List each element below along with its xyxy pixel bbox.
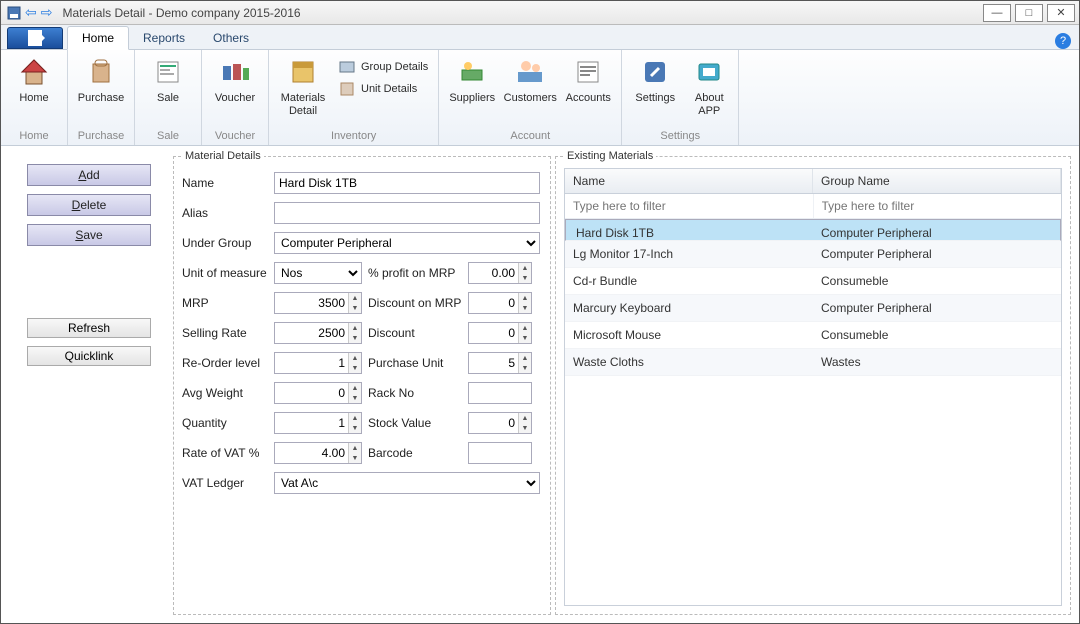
label-discount-on-mrp: Discount on MRP (362, 296, 468, 310)
existing-materials-legend: Existing Materials (564, 150, 656, 162)
cell-group: Wastes (813, 349, 1061, 375)
ribbon-home-button[interactable]: Home (5, 52, 63, 105)
cell-group: Computer Peripheral (813, 295, 1061, 321)
barcode-input[interactable] (468, 442, 532, 464)
cell-name: Hard Disk 1TB (568, 220, 813, 240)
name-input[interactable] (274, 172, 540, 194)
label-quantity: Quantity (182, 416, 274, 430)
cell-group: Consumeble (813, 268, 1061, 294)
material-details-fieldset: Material Details Name Alias Under Group … (173, 150, 551, 615)
label-stock-value: Stock Value (362, 416, 468, 430)
table-row[interactable]: Cd-r BundleConsumeble (565, 268, 1061, 295)
ribbon-group-purchase-label: Purchase (72, 128, 130, 145)
qat-back-icon[interactable]: ⇦ (25, 4, 37, 21)
minimize-button[interactable]: — (983, 4, 1011, 22)
grid-header-group[interactable]: Group Name (813, 169, 1061, 193)
side-panel: Add Delete Save Refresh Quicklink (1, 146, 169, 623)
label-avg-weight: Avg Weight (182, 386, 274, 400)
table-row[interactable]: Marcury KeyboardComputer Peripheral (565, 295, 1061, 322)
ribbon-accounts-button[interactable]: Accounts (559, 52, 617, 105)
grid-filter-row (565, 194, 1061, 219)
tab-home[interactable]: Home (67, 26, 129, 50)
table-row[interactable]: Microsoft MouseConsumeble (565, 322, 1061, 349)
materials-grid: Name Group Name Hard Disk 1TBComputer Pe… (564, 168, 1062, 606)
ribbon-sale-button[interactable]: Sale (139, 52, 197, 105)
ribbon-suppliers-button[interactable]: Suppliers (443, 52, 501, 105)
grid-filter-group[interactable] (814, 194, 1062, 218)
cell-name: Microsoft Mouse (565, 322, 813, 348)
cell-group: Computer Peripheral (813, 241, 1061, 267)
qat-save-icon[interactable] (7, 6, 21, 20)
app-menu-button[interactable] (7, 27, 63, 49)
titlebar: ⇦ ⇨ Materials Detail - Demo company 2015… (1, 1, 1079, 25)
material-details-legend: Material Details (182, 150, 264, 162)
ribbon-group-home-label: Home (5, 128, 63, 145)
refresh-button[interactable]: Refresh (27, 318, 151, 338)
grid-header-name[interactable]: Name (565, 169, 813, 193)
label-rate-of-vat: Rate of VAT % (182, 446, 274, 460)
qat-forward-icon[interactable]: ⇨ (41, 4, 53, 21)
help-icon[interactable]: ? (1055, 33, 1071, 49)
tab-reports[interactable]: Reports (129, 27, 199, 49)
quicklink-button[interactable]: Quicklink (27, 346, 151, 366)
ribbon-group-sale-label: Sale (139, 128, 197, 145)
label-unit-of-measure: Unit of measure (182, 266, 274, 280)
tab-others[interactable]: Others (199, 27, 263, 49)
cell-name: Lg Monitor 17-Inch (565, 241, 813, 267)
ribbon-group-account-label: Account (443, 128, 617, 145)
unit-of-measure-select[interactable]: Nos (274, 262, 362, 284)
ribbon-materials-detail-button[interactable]: Materials Detail (273, 52, 333, 117)
window-title: Materials Detail - Demo company 2015-201… (62, 6, 300, 20)
label-barcode: Barcode (362, 446, 468, 460)
cell-group: Consumeble (813, 322, 1061, 348)
save-button[interactable]: Save (27, 224, 151, 246)
ribbon-about-button[interactable]: About APP (684, 52, 734, 117)
label-discount: Discount (362, 326, 468, 340)
label-purchase-unit: Purchase Unit (362, 356, 468, 370)
table-row[interactable]: Waste ClothsWastes (565, 349, 1061, 376)
under-group-select[interactable]: Computer Peripheral (274, 232, 540, 254)
label-pct-profit-mrp: % profit on MRP (362, 266, 468, 280)
ribbon-unit-details-button[interactable]: Unit Details (333, 78, 434, 100)
label-vat-ledger: VAT Ledger (182, 476, 274, 490)
ribbon-tabs: Home Reports Others ? (1, 25, 1079, 50)
ribbon-group-settings-label: Settings (626, 128, 734, 145)
grid-filter-name[interactable] (565, 194, 814, 218)
table-row[interactable]: Lg Monitor 17-InchComputer Peripheral (565, 241, 1061, 268)
label-under-group: Under Group (182, 236, 274, 250)
cell-name: Waste Cloths (565, 349, 813, 375)
label-mrp: MRP (182, 296, 274, 310)
ribbon: Home Home Purchase Purchase Sale Sale (1, 50, 1079, 146)
maximize-button[interactable]: □ (1015, 4, 1043, 22)
ribbon-voucher-button[interactable]: Voucher (206, 52, 264, 105)
delete-button[interactable]: Delete (27, 194, 151, 216)
main-area: Material Details Name Alias Under Group … (169, 146, 1079, 623)
content-area: Add Delete Save Refresh Quicklink Materi… (1, 146, 1079, 623)
app-window: ⇦ ⇨ Materials Detail - Demo company 2015… (0, 0, 1080, 624)
ribbon-group-voucher-label: Voucher (206, 128, 264, 145)
ribbon-purchase-button[interactable]: Purchase (72, 52, 130, 105)
ribbon-group-inventory-label: Inventory (273, 128, 434, 145)
cell-name: Cd-r Bundle (565, 268, 813, 294)
add-button[interactable]: Add (27, 164, 151, 186)
label-reorder-level: Re-Order level (182, 356, 274, 370)
table-row[interactable]: Hard Disk 1TBComputer Peripheral (565, 219, 1061, 241)
label-selling-rate: Selling Rate (182, 326, 274, 340)
label-name: Name (182, 176, 274, 190)
label-alias: Alias (182, 206, 274, 220)
ribbon-settings-button[interactable]: Settings (626, 52, 684, 105)
close-button[interactable]: ✕ (1047, 4, 1075, 22)
alias-input[interactable] (274, 202, 540, 224)
rack-no-input[interactable] (468, 382, 532, 404)
existing-materials-fieldset: Existing Materials Name Group Name Hard … (555, 150, 1071, 615)
grid-body: Hard Disk 1TBComputer PeripheralLg Monit… (565, 219, 1061, 376)
grid-header: Name Group Name (565, 169, 1061, 194)
ribbon-group-details-button[interactable]: Group Details (333, 56, 434, 78)
cell-name: Marcury Keyboard (565, 295, 813, 321)
label-rack-no: Rack No (362, 386, 468, 400)
cell-group: Computer Peripheral (813, 220, 1058, 240)
ribbon-customers-button[interactable]: Customers (501, 52, 559, 105)
vat-ledger-select[interactable]: Vat A\c (274, 472, 540, 494)
